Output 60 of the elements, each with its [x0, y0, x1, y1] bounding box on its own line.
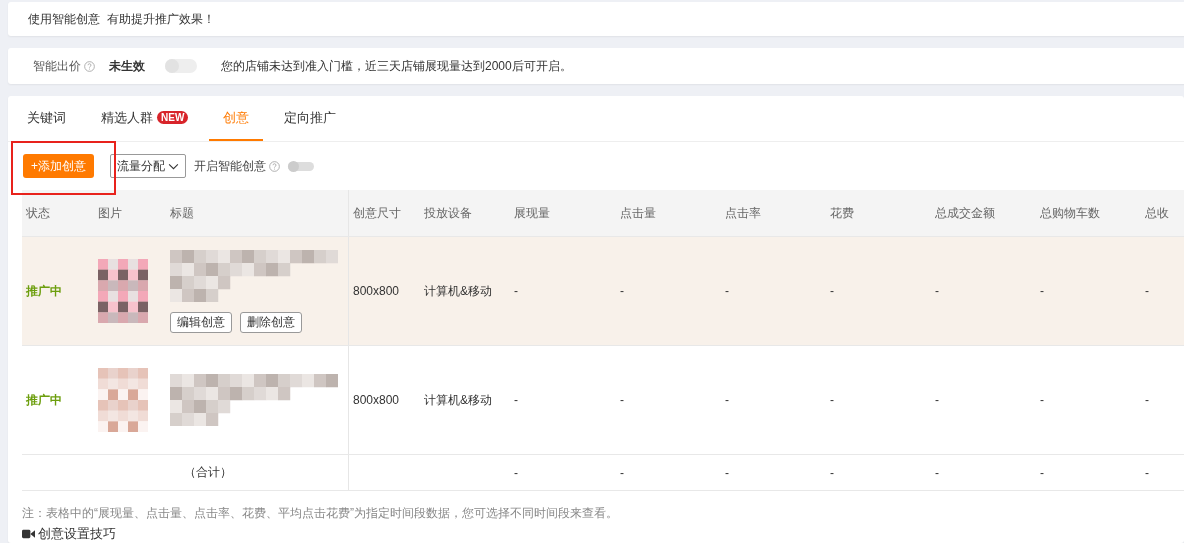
table-cell: - — [935, 284, 939, 298]
table-cell: - — [830, 465, 834, 480]
column-header: 花费 — [830, 204, 854, 222]
table-cell: 800x800 — [353, 393, 400, 407]
column-header: 标题 — [170, 204, 194, 222]
column-header: 总购物车数 — [1040, 204, 1100, 222]
column-header: 创意尺寸 — [353, 204, 401, 222]
table-cell: 800x800 — [353, 284, 400, 298]
table-cell: - — [514, 393, 518, 407]
column-header: 点击量 — [620, 204, 656, 222]
help-icon[interactable] — [269, 160, 280, 172]
tab[interactable]: 定向推广 — [270, 96, 351, 141]
table-cell: 计算机&移动 — [424, 391, 492, 409]
new-badge: NEW — [157, 111, 189, 124]
column-header: 状态 — [26, 204, 50, 222]
toggle-switch[interactable] — [165, 59, 197, 73]
column-header: 点击率 — [725, 204, 761, 222]
tab[interactable]: 关键词 — [13, 96, 80, 141]
table-cell: - — [1145, 465, 1149, 480]
note-text: 注：表格中的“展现量、点击量、点击率、花费、平均点击花费”为指定时间段数据，您可选择不同时间段来查看。 — [22, 505, 619, 522]
hint-text: 您的店铺未达到准入门槛，近三天店铺展现量达到2000后可开启。 — [221, 57, 572, 75]
table-cell: - — [1040, 465, 1044, 480]
smart-creative-label: 开启智能创意 — [194, 157, 266, 175]
table-cell: - — [514, 465, 518, 480]
table-cell: - — [830, 393, 834, 407]
table-cell: - — [1145, 393, 1149, 407]
table-cell: - — [1040, 393, 1044, 407]
help-icon[interactable] — [84, 60, 95, 72]
column-header: 投放设备 — [424, 204, 472, 222]
table-cell: - — [725, 465, 729, 480]
toggle-switch[interactable] — [288, 161, 314, 171]
table-cell: - — [725, 284, 729, 298]
status-text: 推广中 — [26, 282, 62, 300]
tips-link[interactable]: 创意设置技巧 — [38, 525, 116, 543]
column-header: 图片 — [98, 204, 122, 222]
table-cell: - — [1145, 284, 1149, 298]
table-cell: - — [620, 284, 624, 298]
column-header: 总收 — [1145, 204, 1169, 222]
column-header: 展现量 — [514, 204, 550, 222]
action-button[interactable]: 编辑创意 — [170, 311, 232, 333]
total-label: （合计） — [184, 464, 232, 481]
action-button[interactable]: 删除创意 — [240, 311, 302, 333]
table-cell: - — [620, 393, 624, 407]
table-cell: - — [620, 465, 624, 480]
column-header: 总成交金额 — [935, 204, 995, 222]
status-text: 推广中 — [26, 391, 62, 409]
table-cell: - — [514, 284, 518, 298]
table-cell: - — [1040, 284, 1044, 298]
table-cell: - — [725, 393, 729, 407]
status-text: 未生效 — [109, 57, 145, 75]
table-cell: 计算机&移动 — [424, 282, 492, 300]
table-cell: - — [830, 284, 834, 298]
table-cell: - — [935, 393, 939, 407]
notice-text: 使用智能创意 有助提升推广效果！ — [28, 10, 215, 28]
tab[interactable]: 精选人群 NEW — [87, 96, 203, 141]
video-camera-icon — [22, 529, 35, 539]
smart-bid-label: 智能出价 — [33, 57, 81, 75]
caret-icon — [168, 162, 179, 170]
traffic-dropdown[interactable]: 流量分配 — [110, 154, 186, 178]
table-cell: - — [935, 465, 939, 480]
